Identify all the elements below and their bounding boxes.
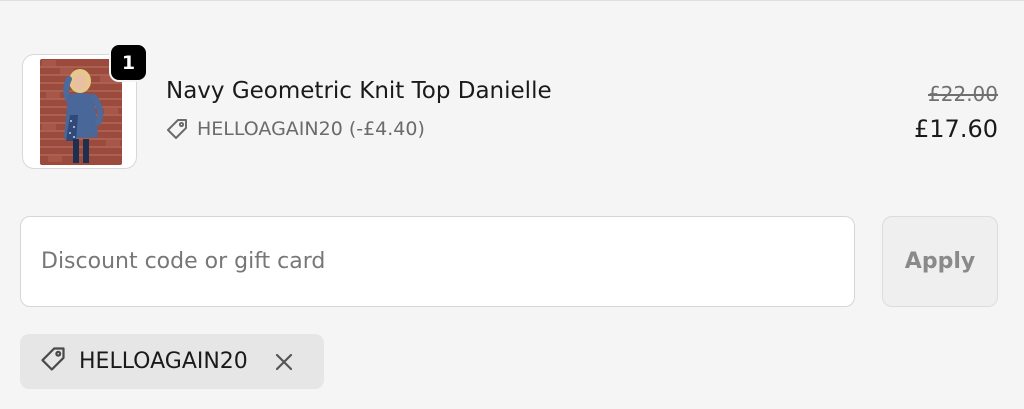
tag-icon (165, 117, 189, 141)
applied-discount-chip: HELLOAGAIN20 (20, 334, 324, 389)
line-discount-label: HELLOAGAIN20 (-£4.40) (197, 118, 425, 140)
apply-button[interactable]: Apply (882, 216, 998, 307)
quantity-badge: 1 (109, 43, 148, 82)
product-title: Navy Geometric Knit Top Danielle (166, 78, 552, 104)
close-icon[interactable] (272, 350, 296, 374)
final-price: £17.60 (914, 115, 998, 143)
applied-code-label: HELLOAGAIN20 (79, 349, 248, 374)
section-divider (0, 0, 1024, 1)
line-discount: HELLOAGAIN20 (-£4.40) (165, 117, 425, 141)
tag-icon (39, 345, 67, 379)
discount-field[interactable] (20, 216, 855, 307)
original-price: £22.00 (928, 82, 998, 106)
discount-code-input[interactable] (21, 217, 854, 306)
